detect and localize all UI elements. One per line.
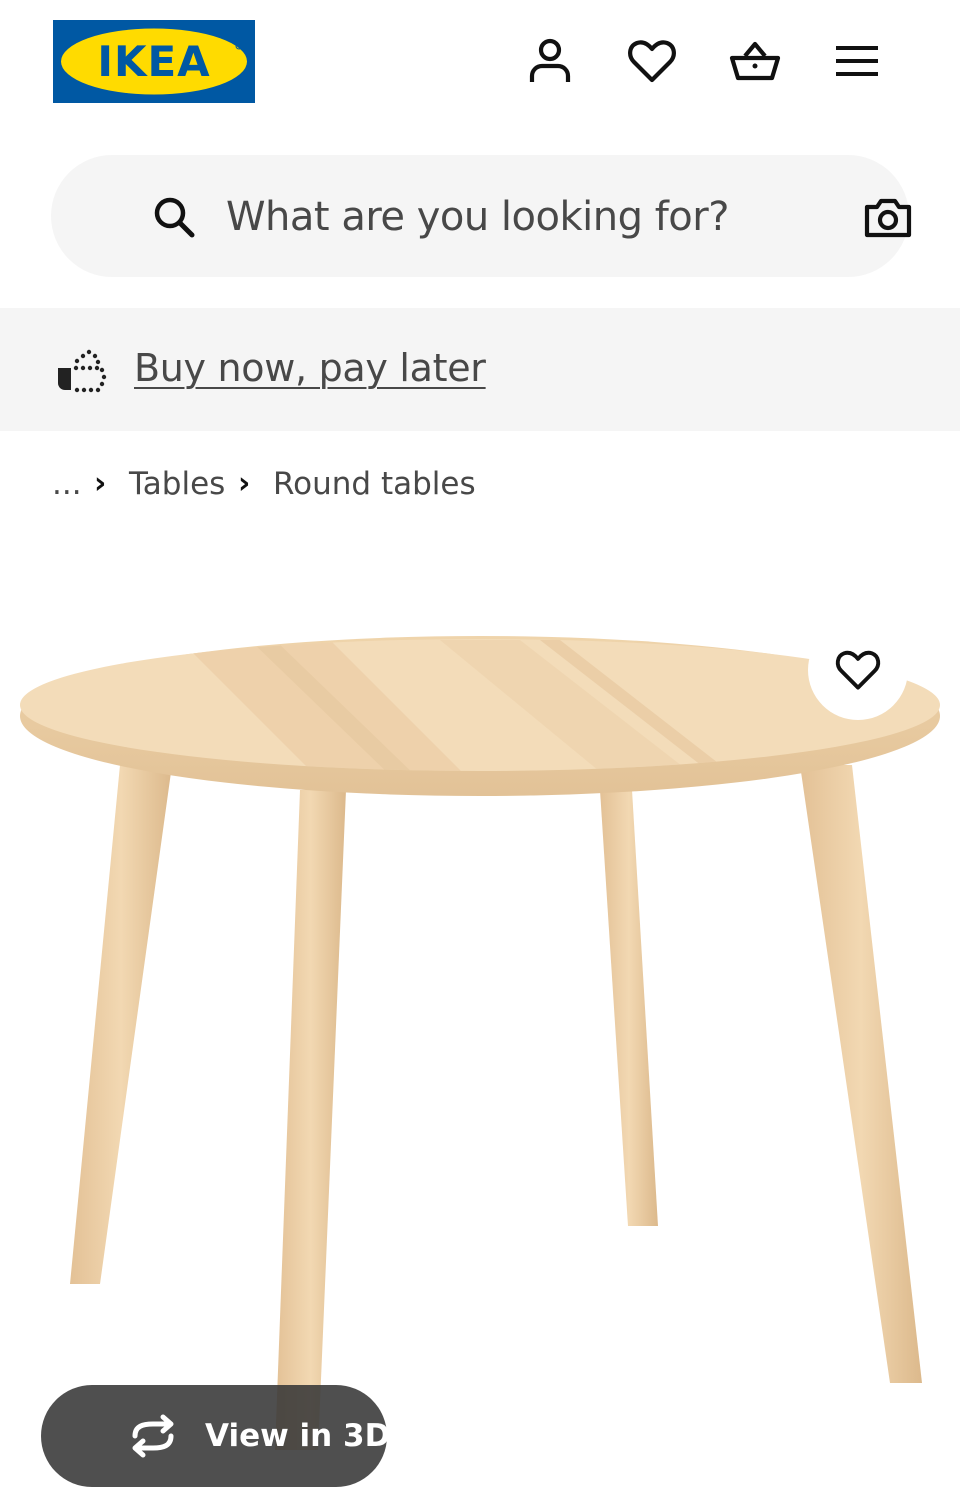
rotate-icon <box>132 1414 174 1458</box>
ikea-logo[interactable]: IKEA <box>53 20 255 103</box>
pay-later-icon <box>58 349 107 393</box>
search-icon[interactable] <box>149 192 199 242</box>
view-in-3d-button[interactable]: View in 3D <box>41 1385 391 1487</box>
product-favorite-button[interactable] <box>808 620 908 720</box>
basket-icon[interactable] <box>728 34 782 88</box>
breadcrumb-tables[interactable]: Tables <box>129 462 225 506</box>
chevron-right-icon: › <box>238 466 251 501</box>
search-bar[interactable]: What are you looking for? <box>51 155 912 277</box>
svg-text:IKEA: IKEA <box>97 37 210 86</box>
camera-icon[interactable] <box>861 191 915 245</box>
heart-icon <box>835 650 881 690</box>
view-in-3d-label: View in 3D <box>205 1418 391 1454</box>
breadcrumb-ellipsis[interactable]: ... <box>52 462 82 506</box>
buy-now-pay-later-link[interactable]: Buy now, pay later <box>134 340 486 396</box>
header: IKEA <box>0 0 960 130</box>
breadcrumb-round-tables[interactable]: Round tables <box>273 462 476 506</box>
round-table-image <box>20 636 940 1450</box>
chevron-right-icon: › <box>94 466 107 501</box>
menu-icon[interactable] <box>830 34 884 88</box>
search-placeholder[interactable]: What are you looking for? <box>226 189 729 245</box>
account-icon[interactable] <box>523 34 577 88</box>
heart-icon[interactable] <box>625 34 679 88</box>
product-image[interactable] <box>0 560 960 1486</box>
promo-banner: Buy now, pay later <box>0 308 960 431</box>
